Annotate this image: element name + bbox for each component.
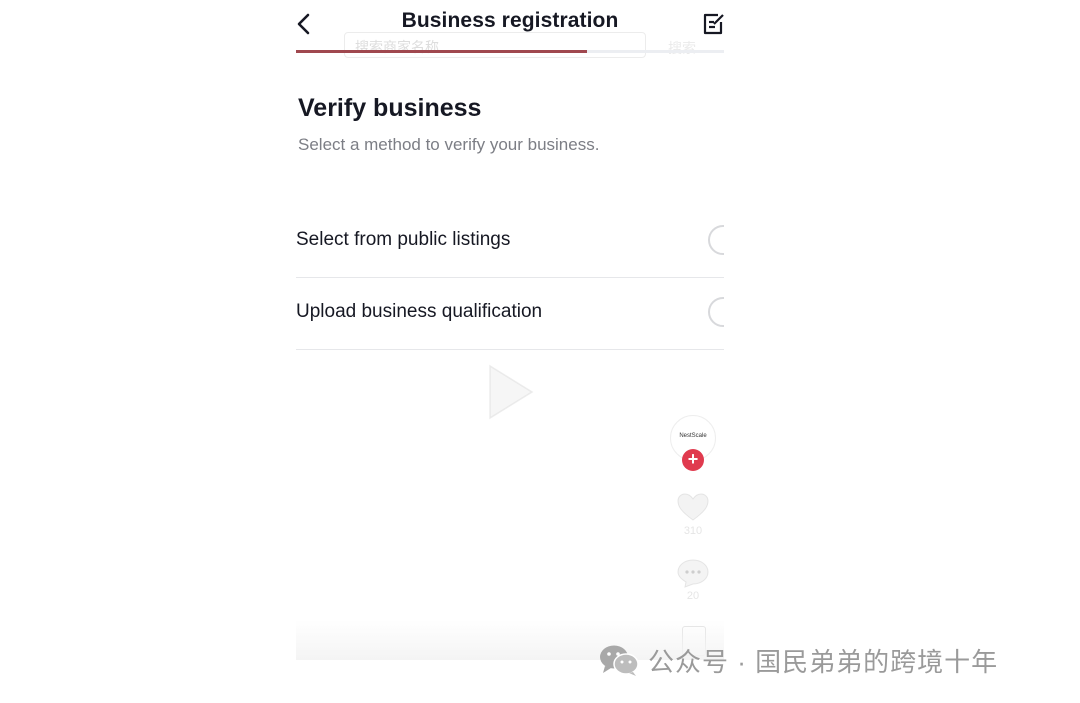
registration-progress-bar (296, 50, 724, 53)
option-public-listings[interactable]: Select from public listings (296, 206, 724, 278)
watermark-text: 公众号 · 国民弟弟的跨境十年 (648, 646, 999, 677)
like-count: 310 (683, 525, 703, 537)
background-search-button: 搜索 (668, 40, 696, 56)
heart-icon[interactable] (676, 492, 710, 522)
section-subtitle: Select a method to verify your business. (298, 135, 600, 154)
comment-icon[interactable] (676, 558, 710, 588)
wechat-watermark: 公众号 · 国民弟弟的跨境十年 (598, 640, 998, 680)
page-title: Business registration (401, 9, 619, 32)
option-label: Select from public listings (296, 229, 511, 250)
screenshot-canvas: 搜索商家名称 搜索 Business registration Verify b… (0, 0, 1080, 703)
radio-button[interactable] (708, 225, 724, 255)
option-label: Upload business qualification (296, 301, 543, 322)
avatar-logo-text: NestScale (679, 433, 707, 439)
comment-count: 20 (686, 590, 700, 602)
follow-plus-button[interactable]: + (682, 449, 704, 471)
wechat-icon (600, 645, 639, 676)
edit-note-icon[interactable] (702, 13, 724, 35)
play-icon (489, 364, 534, 420)
background-search-text: 搜索商家名称 (355, 39, 439, 55)
phone-screen: 搜索商家名称 搜索 Business registration Verify b… (296, 8, 724, 660)
background-search-bar: 搜索商家名称 (344, 32, 646, 58)
radio-button[interactable] (708, 297, 724, 327)
section-title: Verify business (298, 94, 482, 122)
option-upload-qualification[interactable]: Upload business qualification (296, 278, 724, 350)
progress-fill (296, 50, 588, 53)
